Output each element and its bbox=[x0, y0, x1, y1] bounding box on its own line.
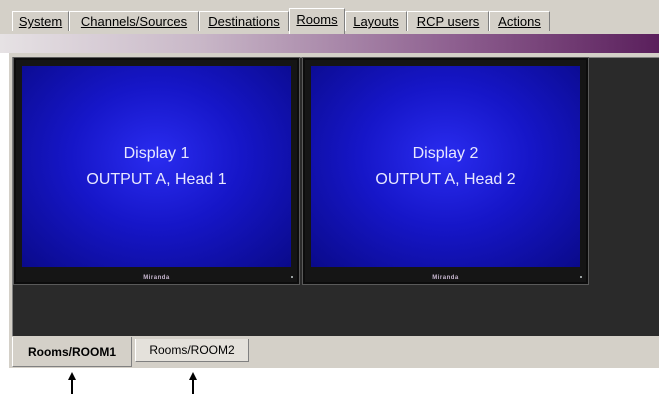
tab-label: Rooms bbox=[296, 12, 338, 27]
tab-label: Layouts bbox=[353, 14, 399, 29]
up-arrow-icon bbox=[68, 372, 76, 394]
display-output: OUTPUT A, Head 2 bbox=[375, 170, 516, 188]
tab-channels-sources[interactable]: Channels/Sources bbox=[69, 11, 199, 31]
power-led-icon bbox=[580, 276, 582, 278]
app-window: System Channels/Sources Destinations Roo… bbox=[0, 0, 659, 396]
brand-logo: Miranda bbox=[432, 275, 459, 281]
tab-label: System bbox=[18, 14, 63, 29]
tab-label: RCP users bbox=[416, 14, 480, 29]
display-monitor-1[interactable]: Display 1 OUTPUT A, Head 1 Miranda bbox=[13, 57, 300, 285]
tab-room2[interactable]: Rooms/ROOM2 bbox=[135, 339, 249, 362]
tab-layouts[interactable]: Layouts bbox=[345, 11, 407, 31]
display-name: Display 1 bbox=[123, 144, 190, 162]
display-name: Display 2 bbox=[412, 144, 479, 162]
main-tab-bar: System Channels/Sources Destinations Roo… bbox=[0, 0, 659, 34]
tab-destinations[interactable]: Destinations bbox=[199, 11, 289, 31]
display-screen: Display 1 OUTPUT A, Head 1 bbox=[22, 66, 291, 267]
power-led-icon bbox=[291, 276, 293, 278]
header-gradient-strip bbox=[0, 34, 659, 53]
up-arrow-icon bbox=[189, 372, 197, 394]
room-tab-bar: Rooms/ROOM1 Rooms/ROOM2 bbox=[9, 337, 659, 368]
brand-logo: Miranda bbox=[143, 275, 170, 281]
display-output: OUTPUT A, Head 1 bbox=[86, 170, 227, 188]
tab-rooms[interactable]: Rooms bbox=[289, 8, 345, 34]
tab-label: Channels/Sources bbox=[80, 14, 188, 29]
display-screen: Display 2 OUTPUT A, Head 2 bbox=[311, 66, 580, 267]
display-monitor-2[interactable]: Display 2 OUTPUT A, Head 2 Miranda bbox=[302, 57, 589, 285]
tab-actions[interactable]: Actions bbox=[489, 11, 550, 31]
tab-label: Destinations bbox=[208, 14, 280, 29]
tab-label: Actions bbox=[498, 14, 541, 29]
tab-system[interactable]: System bbox=[12, 11, 69, 31]
tab-rcp-users[interactable]: RCP users bbox=[407, 11, 489, 31]
tab-room1[interactable]: Rooms/ROOM1 bbox=[12, 337, 132, 367]
